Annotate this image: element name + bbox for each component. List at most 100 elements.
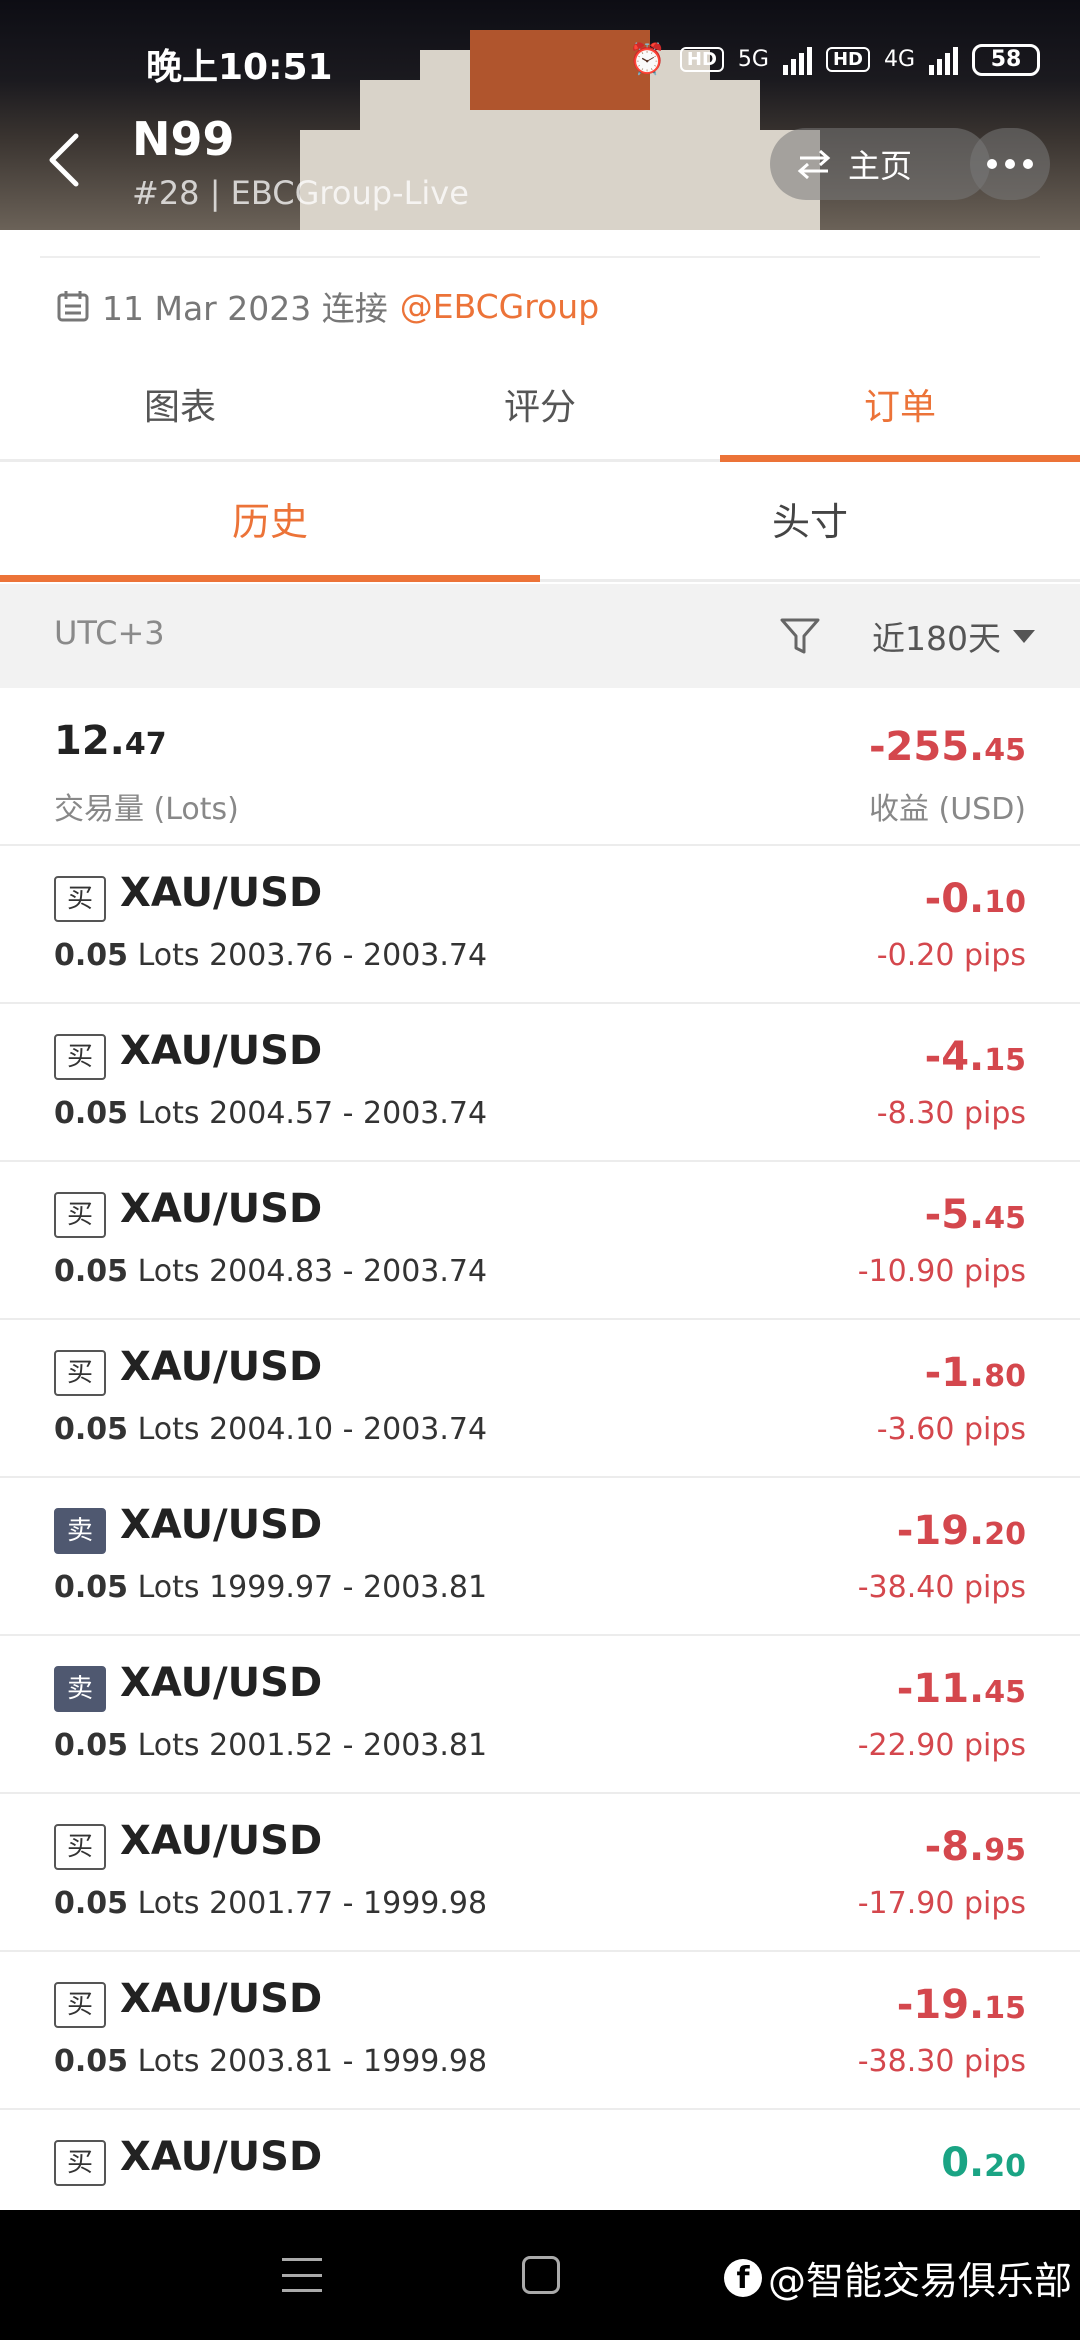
tab-history[interactable]: 历史 — [0, 468, 540, 582]
side-badge: 买 — [54, 1824, 106, 1870]
order-pips: -38.30 pips — [857, 2044, 1026, 2079]
main-tabs: 图表 评分 订单 — [0, 360, 1080, 462]
order-row[interactable]: 卖 XAU/USD 0.05 Lots 1999.97 - 2003.81 -1… — [0, 1478, 1080, 1636]
order-row[interactable]: 买 XAU/USD 0.20 — [0, 2110, 1080, 2210]
more-options-icon[interactable] — [970, 128, 1050, 200]
calendar-icon — [57, 291, 89, 322]
range-dropdown[interactable]: 近180天 — [872, 612, 1035, 660]
order-detail: 0.05 Lots 2004.83 - 2003.74 — [54, 1254, 488, 1289]
header-banner: 晚上10:51 ⏰ HD 5G HD 4G 58 N99 #28 | EBCGr… — [0, 0, 1080, 230]
filter-icon[interactable] — [778, 614, 822, 658]
total-profit: -255.45 — [868, 724, 1026, 770]
order-row[interactable]: 买 XAU/USD 0.05 Lots 2003.81 - 1999.98 -1… — [0, 1952, 1080, 2110]
order-symbol: XAU/USD — [120, 870, 323, 916]
hd-icon-2: HD — [825, 47, 870, 72]
order-profit: -8.95 — [924, 1824, 1026, 1870]
order-detail: 0.05 Lots 2001.52 - 2003.81 — [54, 1728, 488, 1763]
alarm-icon: ⏰ — [628, 42, 666, 77]
order-detail: 0.05 Lots 2004.57 - 2003.74 — [54, 1096, 488, 1131]
system-nav-bar: f @智能交易俱乐部 — [0, 2210, 1080, 2340]
range-label: 近180天 — [872, 619, 1001, 658]
side-badge: 卖 — [54, 1508, 106, 1554]
signal-icon-2 — [929, 45, 958, 75]
battery-icon: 58 — [972, 43, 1040, 76]
net-label-2: 4G — [883, 47, 915, 72]
total-volume: 12.47 — [54, 718, 167, 764]
order-row[interactable]: 买 XAU/USD 0.05 Lots 2004.83 - 2003.74 -5… — [0, 1162, 1080, 1320]
facebook-logo-icon: f — [724, 2258, 762, 2297]
order-profit: -19.20 — [896, 1508, 1026, 1554]
order-pips: -0.20 pips — [876, 938, 1026, 973]
net-label-1: 5G — [737, 47, 769, 72]
account-subtitle: #28 | EBCGroup-Live — [132, 174, 469, 212]
order-symbol: XAU/USD — [120, 1186, 323, 1232]
order-profit: -5.45 — [924, 1192, 1026, 1238]
order-pips: -22.90 pips — [857, 1728, 1026, 1763]
order-pips: -17.90 pips — [857, 1886, 1026, 1921]
order-symbol: XAU/USD — [120, 2134, 323, 2180]
order-pips: -10.90 pips — [857, 1254, 1026, 1289]
side-badge: 买 — [54, 876, 106, 922]
account-name: N99 — [132, 112, 235, 166]
connected-date: 11 Mar 2023 连接 — [102, 289, 388, 328]
home-button[interactable]: 主页 — [770, 128, 990, 200]
tab-orders[interactable]: 订单 — [720, 360, 1080, 462]
order-pips: -3.60 pips — [876, 1412, 1026, 1447]
order-subtabs: 历史 头寸 — [0, 468, 1080, 582]
order-row[interactable]: 买 XAU/USD 0.05 Lots 2004.10 - 2003.74 -1… — [0, 1320, 1080, 1478]
broker-link[interactable]: @EBCGroup — [400, 287, 599, 326]
connected-info: 11 Mar 2023 连接 @EBCGroup — [56, 282, 599, 330]
swap-icon — [797, 149, 831, 179]
tab-positions[interactable]: 头寸 — [540, 468, 1080, 579]
order-symbol: XAU/USD — [120, 1976, 323, 2022]
volume-label: 交易量 (Lots) — [54, 792, 239, 827]
order-list: 买 XAU/USD 0.05 Lots 2003.76 - 2003.74 -0… — [0, 846, 1080, 2210]
order-row[interactable]: 买 XAU/USD 0.05 Lots 2004.57 - 2003.74 -4… — [0, 1004, 1080, 1162]
hd-icon: HD — [679, 47, 724, 72]
order-symbol: XAU/USD — [120, 1502, 323, 1548]
side-badge: 卖 — [54, 1666, 106, 1712]
order-row[interactable]: 买 XAU/USD 0.05 Lots 2001.77 - 1999.98 -8… — [0, 1794, 1080, 1952]
order-symbol: XAU/USD — [120, 1660, 323, 1706]
watermark: f @智能交易俱乐部 — [724, 2250, 1072, 2305]
home-label: 主页 — [848, 147, 913, 185]
side-badge: 买 — [54, 1350, 106, 1396]
filter-bar: UTC+3 近180天 — [0, 584, 1080, 688]
order-profit: -0.10 — [924, 876, 1026, 922]
status-bar: 晚上10:51 ⏰ HD 5G HD 4G 58 — [0, 38, 1080, 88]
order-profit: 0.20 — [941, 2140, 1026, 2186]
home-square-icon[interactable] — [522, 2256, 560, 2294]
order-detail: 0.05 Lots 2003.81 - 1999.98 — [54, 2044, 488, 2079]
watermark-text: @智能交易俱乐部 — [768, 2259, 1073, 2303]
profit-label: 收益 (USD) — [868, 792, 1026, 827]
side-badge: 买 — [54, 1034, 106, 1080]
order-pips: -8.30 pips — [876, 1096, 1026, 1131]
timezone-label: UTC+3 — [54, 614, 165, 652]
signal-icon — [782, 45, 812, 75]
divider — [40, 256, 1040, 258]
tab-chart[interactable]: 图表 — [0, 360, 360, 459]
back-arrow-icon[interactable] — [44, 130, 84, 190]
order-symbol: XAU/USD — [120, 1344, 323, 1390]
order-profit: -4.15 — [924, 1034, 1026, 1080]
side-badge: 买 — [54, 2140, 106, 2186]
order-row[interactable]: 买 XAU/USD 0.05 Lots 2003.76 - 2003.74 -0… — [0, 846, 1080, 1004]
recent-apps-icon[interactable] — [282, 2258, 322, 2292]
order-profit: -19.15 — [896, 1982, 1026, 2028]
order-symbol: XAU/USD — [120, 1818, 323, 1864]
order-profit: -1.80 — [924, 1350, 1026, 1396]
order-detail: 0.05 Lots 2004.10 - 2003.74 — [54, 1412, 488, 1447]
tab-rating[interactable]: 评分 — [360, 360, 720, 459]
side-badge: 买 — [54, 1192, 106, 1238]
order-pips: -38.40 pips — [857, 1570, 1026, 1605]
summary-panel: 12.47 交易量 (Lots) -255.45 收益 (USD) — [0, 688, 1080, 846]
order-detail: 0.05 Lots 2001.77 - 1999.98 — [54, 1886, 488, 1921]
order-row[interactable]: 卖 XAU/USD 0.05 Lots 2001.52 - 2003.81 -1… — [0, 1636, 1080, 1794]
order-symbol: XAU/USD — [120, 1028, 323, 1074]
status-time: 晚上10:51 — [146, 47, 333, 88]
side-badge: 买 — [54, 1982, 106, 2028]
caret-down-icon — [1013, 629, 1035, 643]
order-detail: 0.05 Lots 1999.97 - 2003.81 — [54, 1570, 488, 1605]
order-detail: 0.05 Lots 2003.76 - 2003.74 — [54, 938, 488, 973]
order-profit: -11.45 — [896, 1666, 1026, 1712]
